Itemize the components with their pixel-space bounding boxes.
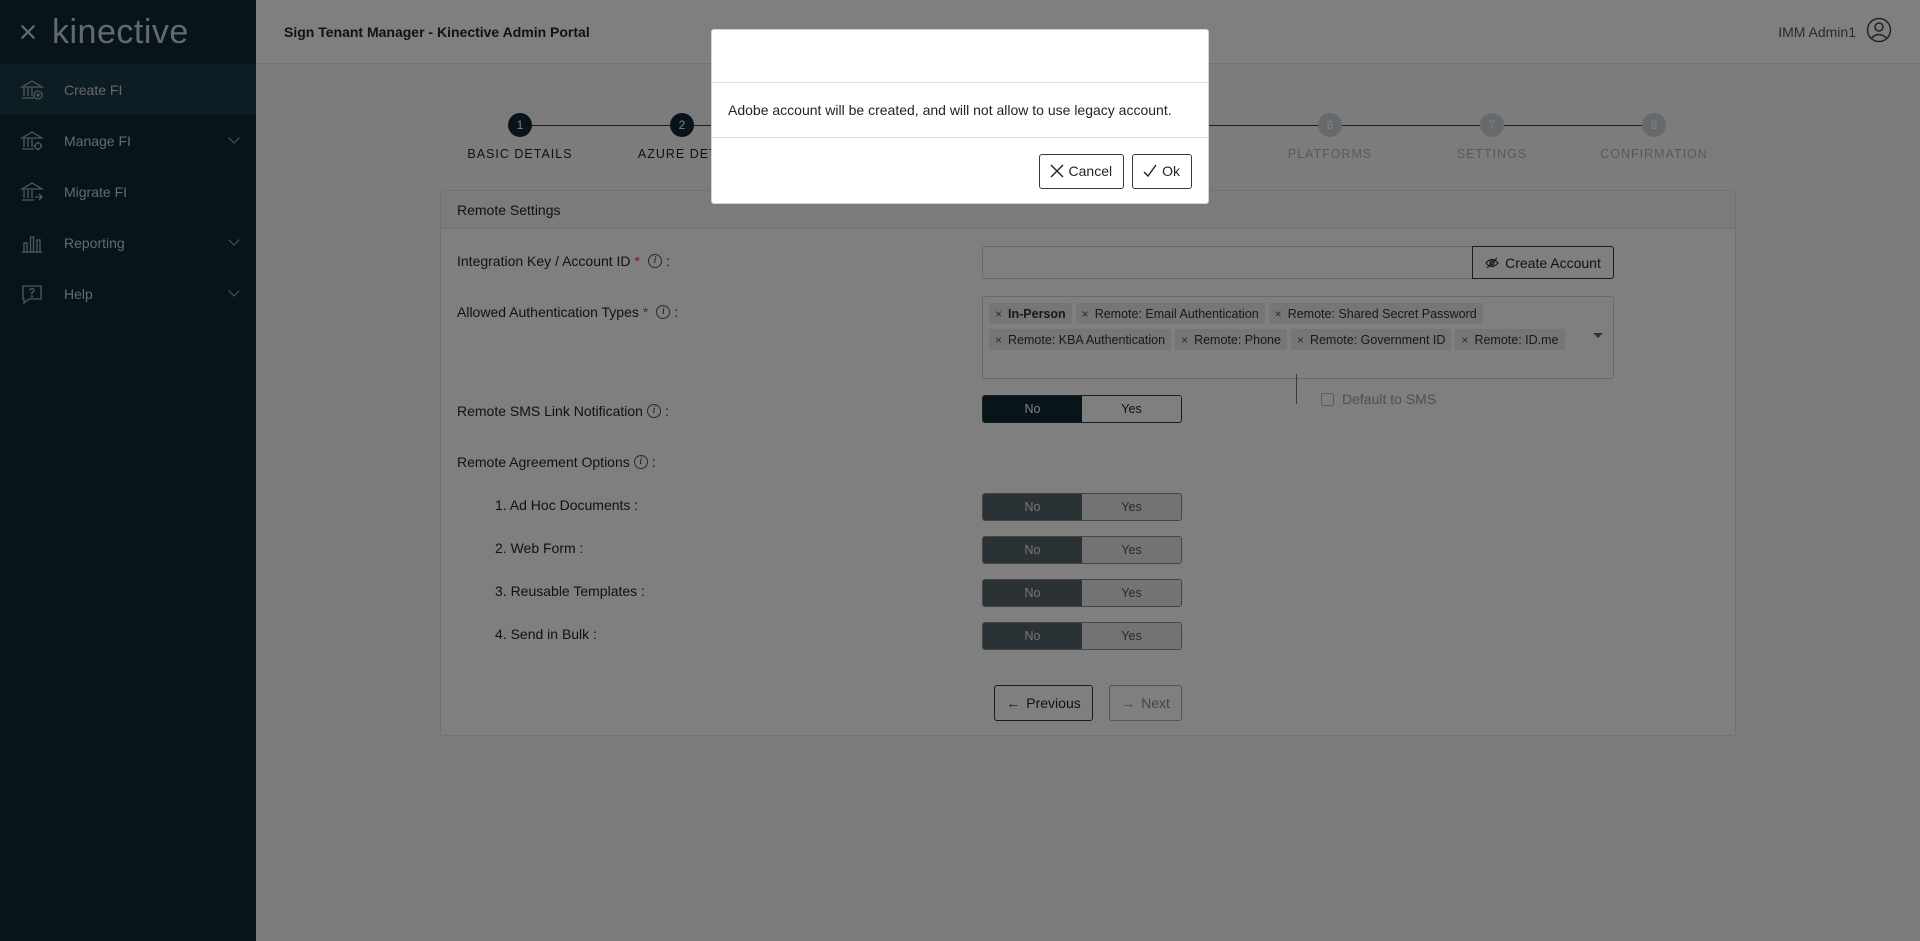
- dialog-footer: Cancel Ok: [712, 138, 1208, 204]
- dialog-message: Adobe account will be created, and will …: [712, 83, 1208, 138]
- cancel-button[interactable]: Cancel: [1038, 153, 1125, 189]
- confirm-dialog: Adobe account will be created, and will …: [711, 29, 1209, 204]
- check-icon: [1143, 164, 1157, 178]
- dialog-header: [712, 30, 1208, 83]
- ok-button[interactable]: Ok: [1132, 153, 1192, 189]
- close-icon: [1050, 164, 1064, 178]
